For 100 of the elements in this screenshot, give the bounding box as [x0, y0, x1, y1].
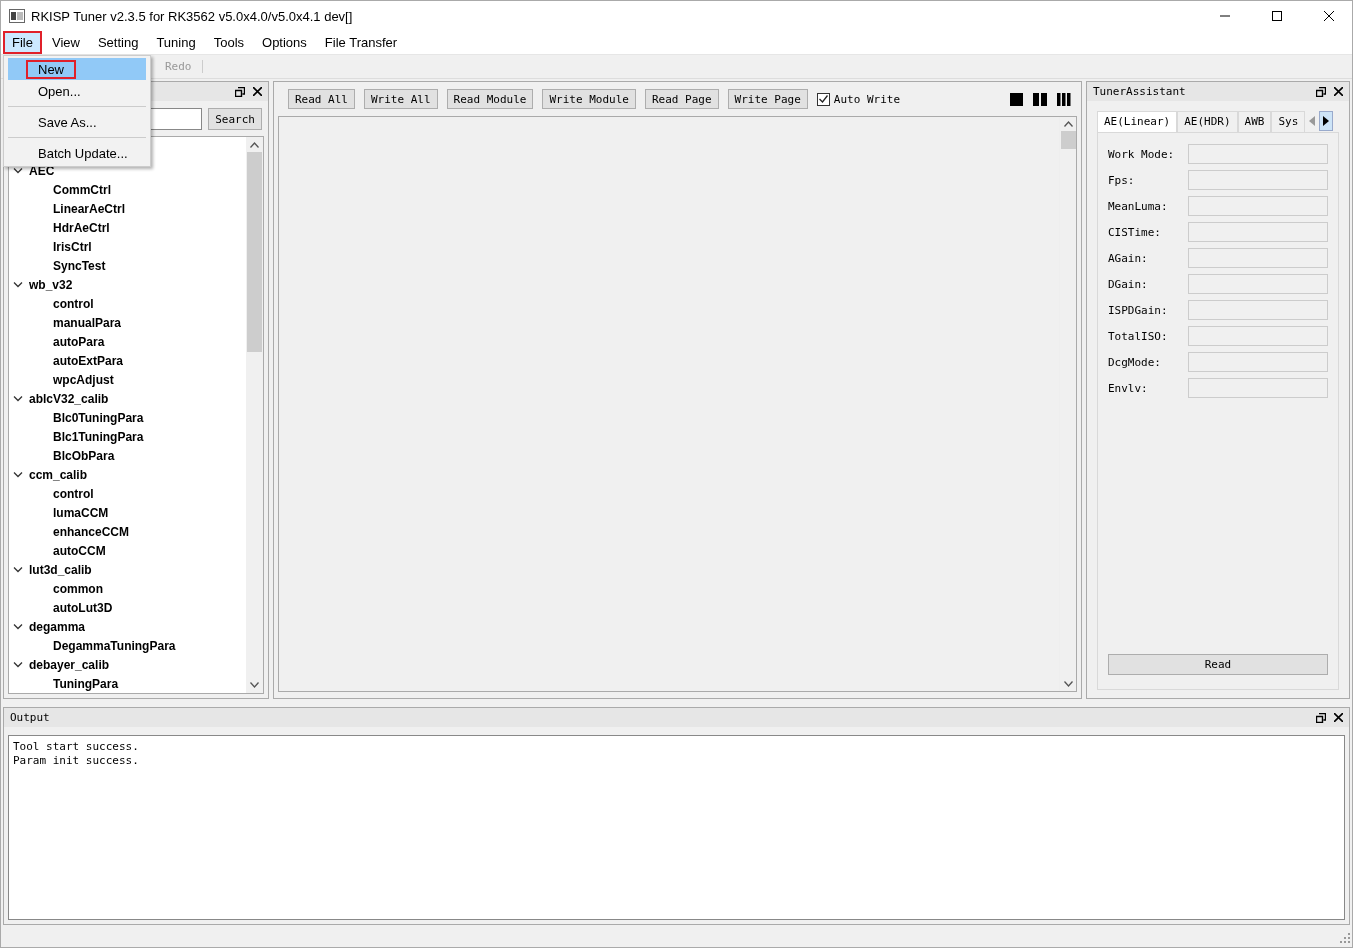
tree-item[interactable]: debayer_calib [29, 657, 110, 672]
tree-item[interactable]: degamma [29, 619, 86, 634]
tree-item[interactable]: control [9, 294, 246, 313]
menu-item[interactable]: File [3, 31, 42, 54]
field-label: Fps: [1108, 173, 1135, 187]
chevron-down-icon[interactable] [13, 660, 23, 669]
tree-item[interactable]: ccm_calib [29, 467, 88, 482]
tree-item[interactable]: LinearAeCtrl [9, 199, 246, 218]
tree-item[interactable]: wpcAdjust [9, 370, 246, 389]
search-button[interactable]: Search [208, 108, 262, 130]
menu-item[interactable]: Batch Update... [8, 137, 146, 164]
field-label: AGain: [1108, 251, 1148, 265]
scrollbar-thumb[interactable] [247, 152, 262, 352]
toolbar-button[interactable]: Read All [288, 89, 355, 109]
field-label: Envlv: [1108, 381, 1148, 395]
field-label: ISPDGain: [1108, 303, 1168, 317]
menu-item[interactable]: New [8, 58, 146, 80]
tree-item[interactable]: enhanceCCM [9, 522, 246, 541]
tree-item[interactable]: autoLut3D [9, 598, 246, 617]
tree-item[interactable]: common [9, 579, 246, 598]
maximize-icon[interactable] [1272, 11, 1282, 21]
tree-item[interactable]: wb_v32 [29, 277, 73, 292]
menu-item[interactable]: Options [254, 32, 315, 53]
tree-item[interactable]: DegammaTuningPara [9, 636, 246, 655]
panel-title: TunerAssistant [1093, 85, 1186, 98]
tree-item[interactable]: autoPara [9, 332, 246, 351]
chevron-down-icon[interactable] [13, 622, 23, 631]
input-field[interactable] [1188, 248, 1328, 268]
chevron-down-icon[interactable] [13, 470, 23, 479]
menu-item[interactable]: View [43, 32, 88, 53]
input-field[interactable] [1188, 378, 1328, 398]
input-field[interactable] [1188, 326, 1328, 346]
app-icon [9, 9, 25, 23]
close-icon[interactable] [253, 87, 262, 96]
scroll-right-icon[interactable] [1319, 111, 1334, 131]
tree-item[interactable]: HdrAeCtrl [9, 218, 246, 237]
tree-item[interactable]: control [9, 484, 246, 503]
toolbar-button[interactable]: Write All [364, 89, 438, 109]
toolbar-button[interactable]: Write Page [727, 89, 808, 109]
close-icon[interactable] [1334, 87, 1343, 96]
checkbox[interactable] [816, 92, 830, 106]
menu-item[interactable]: Save As... [8, 106, 146, 133]
float-icon[interactable] [235, 86, 245, 97]
input-field[interactable] [1188, 144, 1328, 164]
menu-item[interactable]: Tuning [148, 32, 204, 53]
field-label: Work Mode: [1108, 147, 1175, 161]
scroll-up-icon[interactable] [1063, 121, 1073, 127]
field-label: DcgMode: [1108, 355, 1161, 369]
input-field[interactable] [1188, 274, 1328, 294]
tree-item[interactable]: lut3d_calib [29, 562, 92, 577]
three-column-layout-icon[interactable] [1057, 92, 1071, 106]
tree-item[interactable]: IrisCtrl [9, 237, 246, 256]
tree-item[interactable]: BlcObPara [9, 446, 246, 465]
scrollbar-thumb[interactable] [1060, 131, 1076, 149]
tree-item[interactable]: CommCtrl [9, 180, 246, 199]
tab[interactable]: AE(Linear) [1097, 111, 1178, 132]
two-column-layout-icon[interactable] [1033, 92, 1047, 106]
scroll-down-icon[interactable] [250, 682, 259, 688]
tab[interactable]: AWB [1237, 111, 1272, 132]
close-icon[interactable] [1334, 713, 1343, 722]
panel-title: Output [10, 711, 50, 724]
input-field[interactable] [1188, 196, 1328, 216]
chevron-down-icon[interactable] [13, 394, 23, 403]
checkbox-label: Auto Write [833, 92, 900, 106]
tree-item[interactable]: lumaCCM [9, 503, 246, 522]
log-line: Param init success. [13, 754, 140, 768]
scroll-down-icon[interactable] [1063, 681, 1073, 687]
close-icon[interactable] [1324, 11, 1334, 21]
read-button[interactable]: Read [1108, 654, 1328, 675]
toolbar-button[interactable]: Write Module [542, 89, 636, 109]
tree-item[interactable]: TuningPara [9, 674, 246, 693]
tree-item[interactable]: ablcV32_calib [29, 391, 109, 406]
tree-item[interactable]: autoCCM [9, 541, 246, 560]
scroll-up-icon[interactable] [250, 142, 259, 148]
chevron-down-icon[interactable] [13, 166, 23, 175]
checkmark-icon [818, 95, 828, 103]
toolbar-button[interactable]: Read Module [446, 89, 534, 109]
tree-item[interactable]: Blc0TuningPara [9, 408, 246, 427]
menu-item[interactable]: Setting [89, 32, 147, 53]
input-field[interactable] [1188, 352, 1328, 372]
input-field[interactable] [1188, 170, 1328, 190]
input-field[interactable] [1188, 222, 1328, 242]
float-icon[interactable] [1316, 86, 1326, 97]
tree-item[interactable]: Blc1TuningPara [9, 427, 246, 446]
float-icon[interactable] [1316, 712, 1326, 723]
log-line: Tool start success. [13, 740, 140, 754]
tab[interactable]: Sys [1271, 111, 1306, 132]
toolbar-button[interactable]: Read Page [644, 89, 719, 109]
tree-item[interactable]: autoExtPara [9, 351, 246, 370]
menu-item[interactable]: File Transfer [316, 32, 406, 53]
chevron-down-icon[interactable] [13, 565, 23, 574]
resize-grip-icon [1340, 933, 1350, 943]
field-label: MeanLuma: [1108, 199, 1168, 213]
tree-item[interactable]: manualPara [9, 313, 246, 332]
tree-item[interactable]: SyncTest [9, 256, 246, 275]
tab[interactable]: AE(HDR) [1177, 111, 1238, 132]
menu-item[interactable]: Tools [205, 32, 253, 53]
chevron-down-icon[interactable] [13, 280, 23, 289]
input-field[interactable] [1188, 300, 1328, 320]
single-layout-icon[interactable] [1010, 92, 1023, 106]
